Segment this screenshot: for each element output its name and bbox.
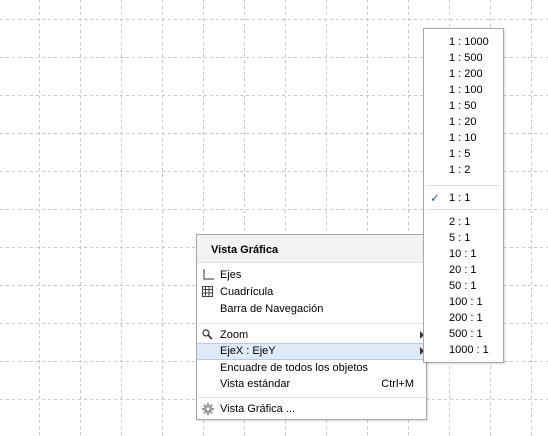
ratio-item-20-1[interactable]: 20 : 1 [424,264,503,278]
ratio-item-1-1[interactable]: ✓ 1 : 1 [424,191,503,206]
ratio-item-1-100[interactable]: 1 : 100 [424,84,503,98]
ratio-label: 5 : 1 [449,232,471,244]
ratio-label: 1 : 100 [449,84,483,96]
grid-icon [201,285,215,299]
ratio-label: 20 : 1 [449,264,477,276]
menu-item-vista-grafica-settings-label: Vista Gráfica ... [220,403,295,415]
menu-item-vista-grafica-settings[interactable]: Vista Gráfica ... [197,401,426,418]
ratio-label: 1 : 20 [449,116,477,128]
ratio-label: 1000 : 1 [449,344,489,356]
ratio-item-1-200[interactable]: 1 : 200 [424,68,503,82]
submenu-separator [426,185,501,186]
ratio-label: 1 : 500 [449,52,483,64]
context-menu-title: Vista Gráfica [211,244,279,256]
menu-item-cuadricula-label: Cuadrícula [220,286,274,298]
submenu-separator [426,209,501,210]
menu-item-zoom-label: Zoom [220,329,249,341]
ratio-item-5-1[interactable]: 5 : 1 [424,232,503,246]
ratio-label: 50 : 1 [449,280,477,292]
ratio-item-1-1000[interactable]: 1 : 1000 [424,36,503,50]
menu-item-ejes-label: Ejes [220,269,242,281]
graphics-view-context-menu: Vista Gráfica Ejes Cuadrícula Barra de N… [196,234,427,420]
ratio-item-500-1[interactable]: 500 : 1 [424,328,503,342]
menu-item-zoom[interactable]: Zoom [197,327,426,344]
menu-item-ejes[interactable]: Ejes [197,267,426,284]
menu-item-ejex-ejey-label: EjeX : EjeY [220,345,276,357]
menu-separator [199,323,426,324]
axes-icon [201,268,215,282]
ratio-item-1-50[interactable]: 1 : 50 [424,100,503,114]
ratio-item-1-5[interactable]: 1 : 5 [424,148,503,162]
magnifier-icon [201,328,215,342]
menu-item-vista-estandar[interactable]: Vista estándar Ctrl+M [197,376,426,393]
ratio-label: 100 : 1 [449,296,483,308]
ratio-item-50-1[interactable]: 50 : 1 [424,280,503,294]
ratio-item-10-1[interactable]: 10 : 1 [424,248,503,262]
ratio-item-1-20[interactable]: 1 : 20 [424,116,503,130]
axis-ratio-submenu: 1 : 1000 1 : 500 1 : 200 1 : 100 1 : 50 … [423,28,504,363]
ratio-label: 10 : 1 [449,248,477,260]
ratio-item-200-1[interactable]: 200 : 1 [424,312,503,326]
ratio-label: 1 : 200 [449,68,483,80]
ratio-item-2-1[interactable]: 2 : 1 [424,216,503,230]
ratio-label: 200 : 1 [449,312,483,324]
ratio-item-1-2[interactable]: 1 : 2 [424,164,503,178]
ratio-label: 500 : 1 [449,328,483,340]
ratio-item-1-500[interactable]: 1 : 500 [424,52,503,66]
ratio-label: 2 : 1 [449,216,471,228]
menu-item-barra-navegacion[interactable]: Barra de Navegación [197,301,426,318]
menu-item-vista-estandar-label: Vista estándar [220,378,291,390]
ratio-label: 1 : 1 [449,192,471,204]
menu-separator [199,397,426,398]
menu-item-encuadre-label: Encuadre de todos los objetos [220,362,368,374]
ratio-item-1000-1[interactable]: 1000 : 1 [424,344,503,358]
context-menu-header: Vista Gráfica [197,235,426,263]
gear-icon [201,402,215,416]
ratio-label: 1 : 50 [449,100,477,112]
menu-item-vista-estandar-shortcut: Ctrl+M [381,378,414,390]
menu-item-cuadricula[interactable]: Cuadrícula [197,284,426,301]
ratio-label: 1 : 10 [449,132,477,144]
menu-item-encuadre[interactable]: Encuadre de todos los objetos [197,360,426,377]
ratio-item-100-1[interactable]: 100 : 1 [424,296,503,310]
ratio-item-1-10[interactable]: 1 : 10 [424,132,503,146]
ratio-label: 1 : 1000 [449,36,489,48]
menu-item-ejex-ejey[interactable]: EjeX : EjeY [197,343,426,360]
menu-item-barra-navegacion-label: Barra de Navegación [220,303,324,315]
ratio-label: 1 : 2 [449,164,471,176]
ratio-label: 1 : 5 [449,148,471,160]
checkmark-icon: ✓ [430,191,441,205]
